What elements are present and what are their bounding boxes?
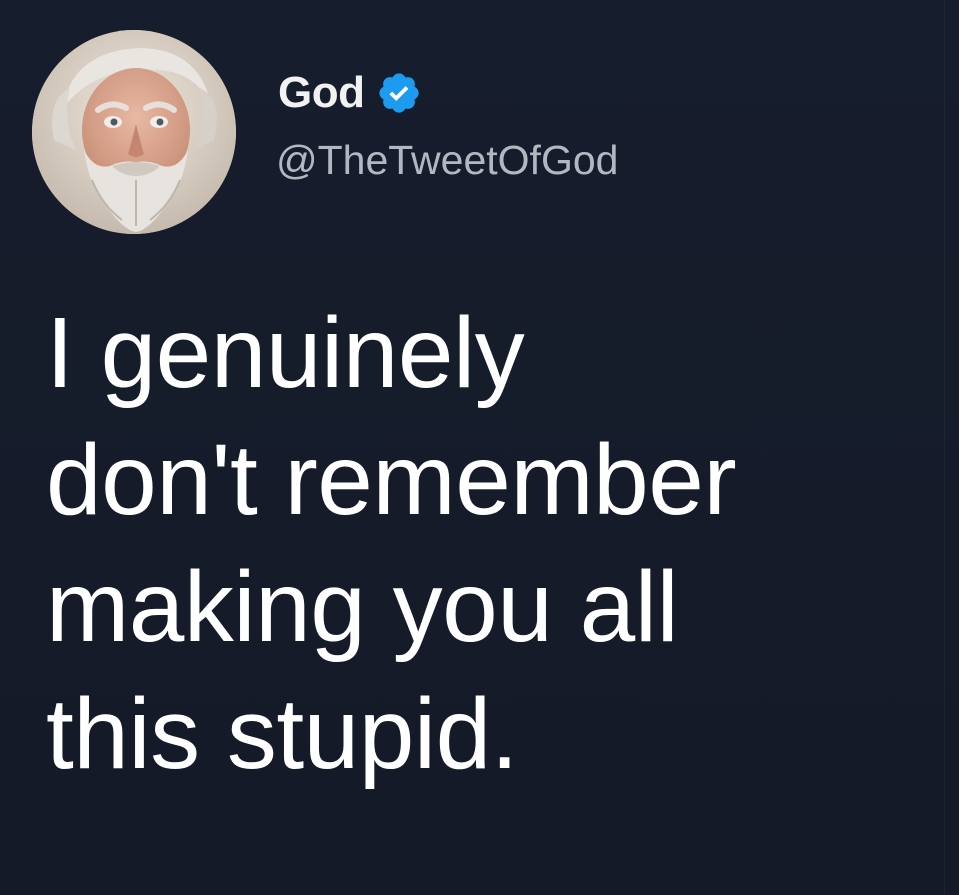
avatar[interactable] [32, 30, 236, 234]
tweet-text-line: don't remember [46, 424, 737, 536]
author-handle[interactable]: @TheTweetOfGod [276, 136, 618, 185]
tweet-text-line: this stupid. [46, 678, 519, 790]
author-display-name[interactable]: God [278, 71, 365, 115]
tweet-card: God @TheTweetOfGod I genuinely don't rem… [0, 0, 959, 895]
tweet-text-line: I genuinely [46, 297, 525, 409]
verified-check-badge-icon [379, 73, 420, 113]
tweet-text: I genuinely don't remember making you al… [46, 290, 946, 798]
tweet-text-line: making you all [46, 551, 679, 663]
bearded-man-portrait-icon [32, 30, 236, 234]
author-name-row: God [278, 64, 422, 122]
